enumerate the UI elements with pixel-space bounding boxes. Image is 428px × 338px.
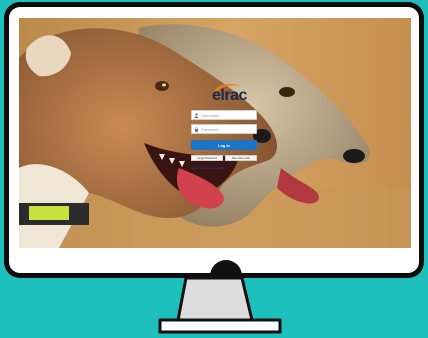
password-input[interactable] — [201, 125, 251, 133]
support-link[interactable]: support@elrac.com.au/agents — [191, 167, 224, 170]
monitor-screen: elrac Electrical Rating & Control Log In — [19, 18, 411, 248]
elrac-logo: elrac Electrical Rating & Control — [203, 82, 257, 106]
logo-text: elrac — [212, 87, 247, 104]
lock-icon — [195, 126, 198, 132]
help-text: To access your account, please email sup… — [191, 164, 257, 170]
password-field[interactable] — [191, 124, 257, 134]
login-button[interactable]: Log In — [191, 140, 257, 150]
new-here-button[interactable]: New Here Click — [225, 155, 257, 161]
login-panel: elrac Electrical Rating & Control Log In — [191, 82, 257, 170]
user-icon — [194, 112, 199, 118]
monitor: elrac Electrical Rating & Control Log In — [4, 2, 424, 278]
logo-tagline: Electrical Rating & Control — [206, 104, 230, 106]
forgot-password-button[interactable]: Forgot Password — [191, 155, 223, 161]
secondary-buttons: Forgot Password New Here Click — [191, 155, 257, 161]
username-field[interactable] — [191, 110, 257, 120]
username-input[interactable] — [201, 111, 251, 119]
